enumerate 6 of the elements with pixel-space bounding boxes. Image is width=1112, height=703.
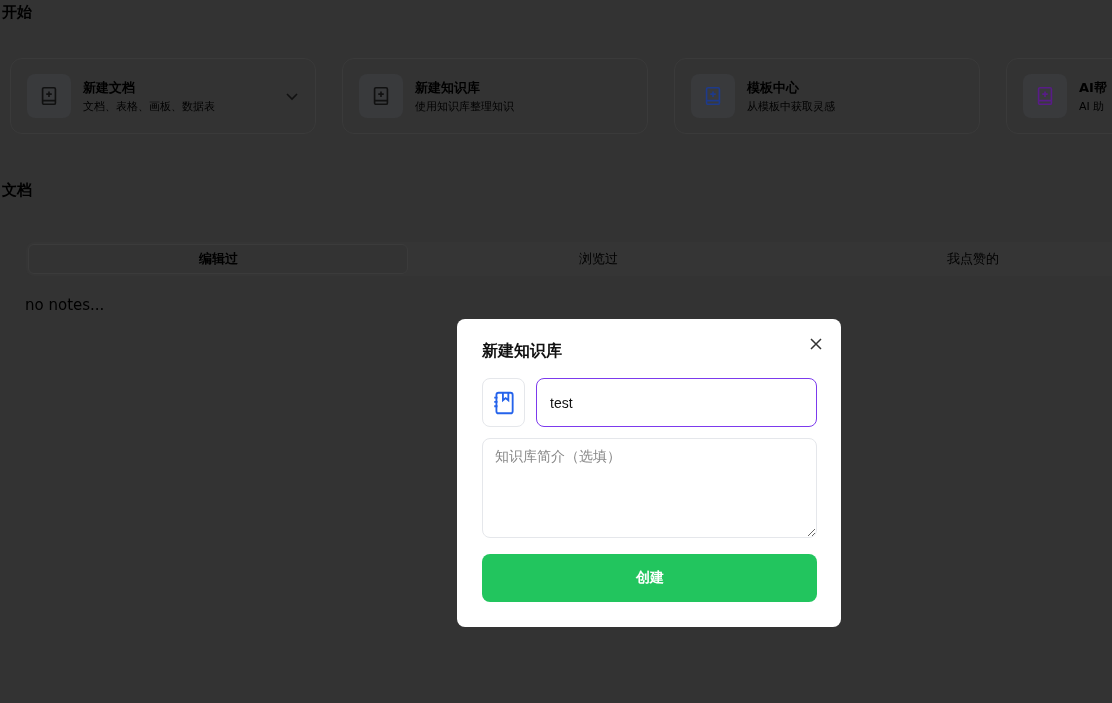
create-button[interactable]: 创建 xyxy=(482,554,817,602)
description-field[interactable]: 知识库简介（选填） xyxy=(482,438,817,538)
icon-button[interactable] xyxy=(482,378,525,427)
close-icon[interactable] xyxy=(810,338,822,350)
name-input[interactable]: test xyxy=(536,378,817,427)
dialog-title: 新建知识库 xyxy=(482,341,562,362)
